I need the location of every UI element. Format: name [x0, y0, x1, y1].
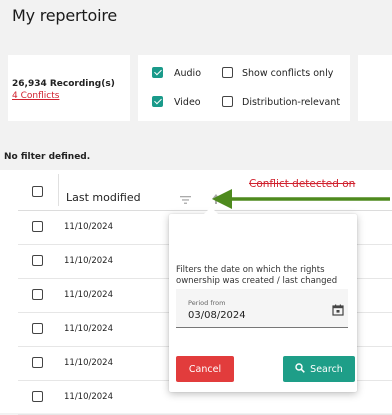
annotation-arrow: [212, 189, 390, 209]
